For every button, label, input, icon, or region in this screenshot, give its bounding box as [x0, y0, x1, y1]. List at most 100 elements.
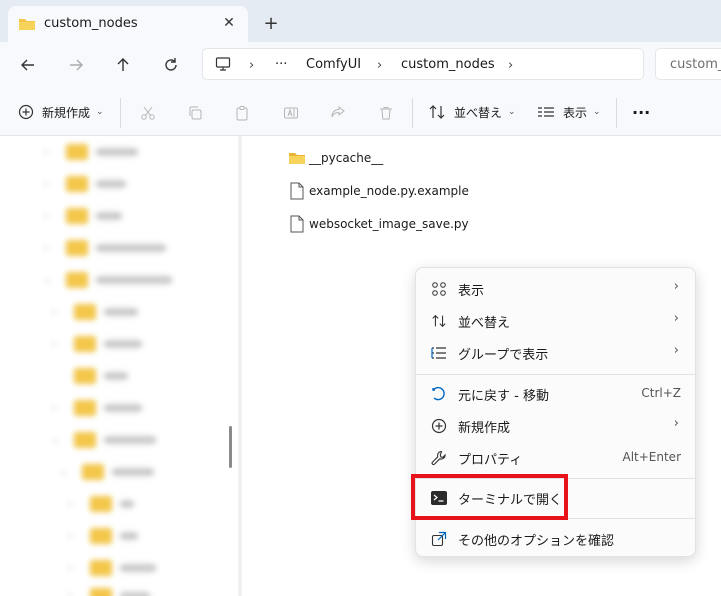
divider: [412, 98, 413, 128]
menu-item-properties[interactable]: プロパティ Alt+Enter: [420, 443, 693, 473]
group-list-icon: [430, 344, 448, 362]
clipboard-icon: [236, 106, 248, 121]
chevron-right-icon: ›: [673, 279, 679, 294]
delete-button[interactable]: [375, 102, 397, 124]
navigation-bar: › ··· ComfyUI › custom_nodes › custom_: [0, 42, 721, 88]
breadcrumb-custom-nodes[interactable]: custom_nodes: [401, 57, 495, 72]
wrench-icon: [430, 449, 448, 467]
forward-button[interactable]: [63, 52, 89, 78]
search-placeholder: custom_: [670, 57, 721, 72]
view-button-label: 表示: [563, 105, 588, 120]
refresh-button[interactable]: [158, 52, 184, 78]
share-icon: [430, 530, 448, 548]
tree-item[interactable]: ›: [68, 492, 134, 516]
cut-button[interactable]: [137, 102, 159, 124]
grid-icon: [430, 280, 448, 298]
menu-item-shortcut: Alt+Enter: [622, 450, 681, 464]
scissors-icon: [141, 106, 155, 120]
rename-icon: [284, 107, 298, 119]
sort-button-label: 並べ替え: [454, 105, 503, 120]
copy-button[interactable]: [184, 102, 206, 124]
more-options-button[interactable]: ···: [632, 100, 650, 124]
chevron-down-icon: ⌄: [593, 107, 601, 117]
search-field[interactable]: custom_: [655, 48, 721, 80]
rename-button[interactable]: [280, 102, 302, 124]
menu-item-label: 表示: [458, 284, 485, 299]
close-icon[interactable]: ✕: [218, 12, 240, 34]
new-button[interactable]: 新規作成 ⌄: [18, 100, 104, 124]
tree-item[interactable]: ›: [68, 556, 156, 580]
paste-button[interactable]: [231, 102, 253, 124]
tab-custom-nodes[interactable]: custom_nodes ✕: [8, 6, 248, 42]
navigation-pane: › › › › ⌄ › › › ⌄ ⌄ › › › ›: [0, 136, 238, 596]
menu-item-sort[interactable]: 並べ替え ›: [420, 306, 693, 336]
file-icon: [288, 182, 306, 200]
tree-item[interactable]: ›: [52, 396, 142, 420]
share-icon: [331, 105, 345, 118]
trash-icon: [380, 107, 392, 120]
list-item[interactable]: __pycache__: [288, 147, 383, 169]
file-name: example_node.py.example: [309, 184, 469, 198]
menu-item-label: 新規作成: [458, 421, 511, 436]
menu-item-view[interactable]: 表示 ›: [420, 274, 693, 304]
chevron-right-icon: ›: [377, 58, 383, 73]
breadcrumb-comfyui[interactable]: ComfyUI: [306, 57, 361, 72]
tree-item[interactable]: ›: [44, 236, 166, 260]
highlight-box: [411, 474, 568, 520]
tree-item[interactable]: ›: [68, 524, 138, 548]
menu-divider: [416, 374, 695, 375]
list-item[interactable]: websocket_image_save.py: [288, 213, 469, 235]
menu-item-shortcut: Ctrl+Z: [641, 386, 681, 400]
menu-item-undo[interactable]: 元に戻す - 移動 Ctrl+Z: [420, 379, 693, 409]
view-icon: [538, 107, 554, 117]
share-button[interactable]: [327, 102, 349, 124]
address-more-button[interactable]: ···: [275, 57, 287, 72]
sort-button[interactable]: 並べ替え ⌄: [428, 100, 516, 124]
divider: [616, 98, 617, 128]
tree-item[interactable]: ›: [52, 332, 142, 356]
file-icon: [288, 215, 306, 233]
menu-item-label: その他のオプションを確認: [458, 534, 615, 549]
chevron-right-icon: ›: [673, 343, 679, 358]
new-tab-button[interactable]: +: [260, 12, 282, 34]
menu-item-label: 並べ替え: [458, 316, 511, 331]
address-bar[interactable]: › ··· ComfyUI › custom_nodes ›: [202, 48, 644, 80]
view-button[interactable]: 表示 ⌄: [537, 100, 601, 124]
list-item[interactable]: example_node.py.example: [288, 180, 469, 202]
plus-circle-icon: [18, 104, 34, 120]
tree-item[interactable]: ›: [52, 300, 138, 324]
menu-item-label: プロパティ: [458, 453, 523, 468]
menu-item-more-options[interactable]: その他のオプションを確認: [420, 524, 693, 554]
copy-icon: [189, 106, 202, 120]
sidebar-scrollbar[interactable]: [229, 426, 232, 468]
menu-item-label: 元に戻す - 移動: [458, 389, 549, 404]
tree-item[interactable]: ⌄: [60, 460, 154, 484]
folder-icon: [288, 151, 306, 165]
tree-item[interactable]: ›: [44, 204, 122, 228]
tree-item[interactable]: ›: [44, 172, 126, 196]
tree-item[interactable]: ›: [68, 584, 150, 596]
chevron-down-icon: ⌄: [96, 107, 104, 117]
chevron-right-icon: ›: [508, 58, 514, 73]
tree-item[interactable]: ⌄: [44, 268, 172, 292]
undo-icon: [430, 385, 448, 403]
sort-icon: [430, 312, 448, 330]
divider: [120, 98, 121, 128]
arrow-up-icon: [117, 58, 129, 71]
menu-item-label: グループで表示: [458, 348, 549, 363]
file-name: __pycache__: [309, 151, 384, 165]
sort-icon: [429, 105, 445, 119]
menu-item-group-by[interactable]: グループで表示 ›: [420, 338, 693, 368]
tree-item[interactable]: ›: [44, 140, 138, 164]
computer-icon: [215, 56, 231, 76]
tree-item[interactable]: [74, 364, 128, 388]
back-button[interactable]: [15, 52, 41, 78]
plus-circle-icon: [430, 417, 448, 435]
arrow-left-icon: [21, 59, 34, 71]
chevron-right-icon: ›: [249, 58, 255, 73]
tree-item[interactable]: ⌄: [52, 428, 156, 452]
chevron-right-icon: ›: [673, 311, 679, 326]
menu-item-new[interactable]: 新規作成 ›: [420, 411, 693, 441]
chevron-down-icon: ⌄: [508, 107, 516, 117]
up-button[interactable]: [110, 52, 136, 78]
